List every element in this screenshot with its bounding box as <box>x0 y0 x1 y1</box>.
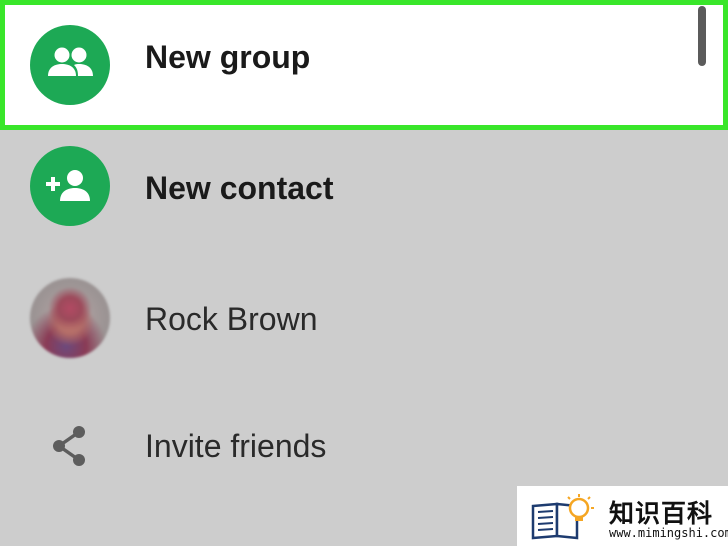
menu-item-label: New contact <box>145 170 334 206</box>
menu-item-new-contact[interactable]: New contact <box>0 130 728 260</box>
watermark-title: 知识百科 <box>609 499 714 528</box>
contact-row-rock-brown[interactable]: Rock Brown <box>0 260 728 390</box>
add-person-icon <box>30 146 110 226</box>
group-icon <box>30 25 110 105</box>
share-icon <box>53 426 85 466</box>
avatar <box>30 278 110 358</box>
menu-item-new-group[interactable]: New group <box>0 0 728 130</box>
book-lightbulb-logo-icon <box>531 494 594 540</box>
menu-item-label: Invite friends <box>145 428 327 464</box>
scrollbar[interactable] <box>698 6 706 66</box>
contacts-menu-list: New group New contact Rock Brown Invite … <box>0 0 728 546</box>
watermark-url: www.mimingshi.com <box>609 526 728 540</box>
watermark: 知识百科 www.mimingshi.com <box>517 486 728 546</box>
contact-name: Rock Brown <box>145 301 318 337</box>
menu-item-label: New group <box>145 39 311 75</box>
